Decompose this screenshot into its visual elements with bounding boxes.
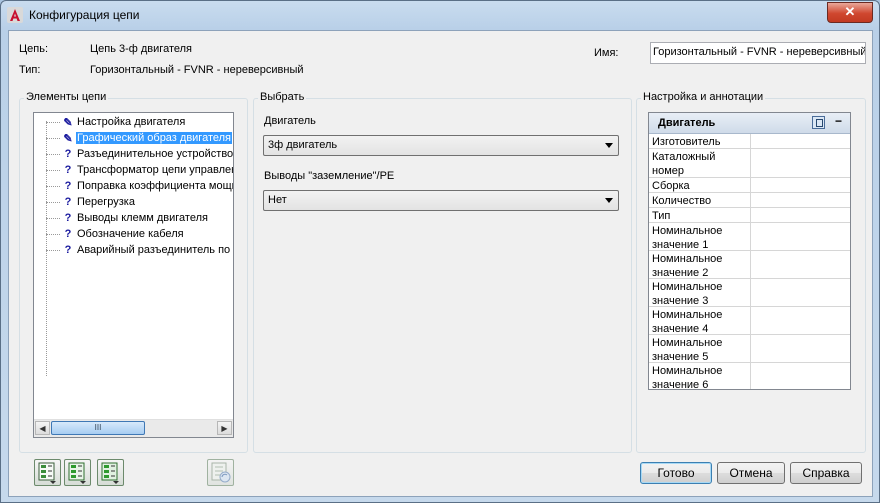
collapse-icon[interactable]: − [835, 114, 842, 128]
scroll-thumb[interactable]: III [51, 421, 145, 435]
name-label: Имя: [594, 47, 619, 59]
tree-item[interactable]: ? Выводы клемм двигателя [34, 211, 233, 227]
grid-row[interactable]: Номинальное значение 1 [649, 223, 850, 251]
cancel-button[interactable]: Отмена [717, 462, 785, 484]
tree-item-label: Аварийный разъединитель по [77, 244, 231, 256]
grid-row[interactable]: Номинальное значение 2 [649, 251, 850, 279]
tree-item[interactable]: ✎ Настройка двигателя [34, 115, 233, 131]
ground-select[interactable]: Нет [263, 190, 619, 211]
elements-group-title: Элементы цепи [24, 91, 109, 103]
tree-item[interactable]: ? Обозначение кабеля [34, 227, 233, 243]
tree-item-label: Выводы клемм двигателя [77, 212, 208, 224]
grid-row-label: Номинальное значение 3 [652, 281, 723, 307]
grid-row-label: Номинальное значение 2 [652, 253, 723, 279]
question-icon: ? [64, 212, 72, 224]
circuit-update-icon[interactable] [97, 459, 124, 486]
annotation-group-title: Настройка и аннотации [641, 91, 766, 103]
circuit-value: Цепь 3-ф двигателя [90, 43, 192, 55]
tree-item[interactable]: ? Перегрузка [34, 195, 233, 211]
autocad-logo-icon [7, 7, 23, 23]
chevron-down-icon [605, 198, 613, 203]
grid-header-label: Двигатель [658, 117, 716, 129]
question-icon: ? [64, 180, 72, 192]
grid-row-label: Тип [652, 210, 671, 222]
scroll-right-icon[interactable]: ▶ [217, 421, 232, 435]
dialog-body: Цепь: Цепь 3-ф двигателя Тип: Горизонтал… [8, 30, 873, 497]
grid-row-label: Каталожный номер [652, 151, 716, 177]
close-button[interactable]: ✕ [827, 2, 873, 23]
ok-button[interactable]: Готово [640, 462, 712, 484]
question-icon: ? [64, 196, 72, 208]
chevron-down-icon [605, 143, 613, 148]
grid-row-label: Количество [652, 195, 712, 207]
tree-item-label: Графический образ двигателя [76, 132, 232, 144]
title-bar[interactable]: Конфигурация цепи ✕ [1, 1, 879, 29]
tree-item-label: Поправка коэффициента мощн [77, 180, 234, 192]
tree-item-label: Разъединительное устройство [77, 148, 234, 160]
tree-item-label: Настройка двигателя [77, 116, 186, 128]
tree-item[interactable]: ? Разъединительное устройство [34, 147, 234, 163]
circuit-label: Цепь: [19, 43, 48, 55]
pencil-icon: ✎ [63, 117, 73, 129]
type-value: Горизонтальный - FVNR - нереверсивный [90, 64, 304, 76]
help-button[interactable]: Справка [790, 462, 862, 484]
grid-row[interactable]: Номинальное значение 6 [649, 363, 850, 391]
tree-item-label: Трансформатор цепи управлен [77, 164, 234, 176]
grid-row[interactable]: Изготовитель [649, 134, 850, 149]
tree-item-label: Обозначение кабеля [77, 228, 184, 240]
window-title: Конфигурация цепи [29, 8, 140, 22]
grid-row[interactable]: Сборка [649, 178, 850, 193]
tree-item-label: Перегрузка [77, 196, 135, 208]
question-icon: ? [64, 228, 72, 240]
grid-row-label: Сборка [652, 180, 690, 192]
grid-row-label: Номинальное значение 4 [652, 309, 723, 335]
tree-item-selected[interactable]: ✎ Графический образ двигателя [34, 131, 233, 147]
name-input[interactable]: Горизонтальный - FVNR - нереверсивный [650, 42, 866, 64]
grid-header: Двигатель − [649, 113, 850, 134]
disabled-refresh-icon [207, 459, 234, 486]
question-icon: ? [64, 164, 72, 176]
ground-select-value: Нет [268, 194, 287, 206]
ground-label: Выводы "заземление"/PE [264, 170, 395, 182]
grid-row-label: Номинальное значение 5 [652, 337, 723, 363]
pencil-icon: ✎ [63, 133, 73, 145]
grid-row[interactable]: Номинальное значение 3 [649, 279, 850, 307]
tree-horizontal-scrollbar[interactable]: ◀ III ▶ [34, 419, 233, 437]
grid-row[interactable]: Количество [649, 193, 850, 208]
tree-item[interactable]: ? Трансформатор цепи управлен [34, 163, 234, 179]
grid-row-label: Изготовитель [652, 136, 721, 148]
grid-row-label: Номинальное значение 6 [652, 365, 723, 391]
grid-row[interactable]: Номинальное значение 4 [649, 307, 850, 335]
scroll-left-icon[interactable]: ◀ [35, 421, 50, 435]
grid-row[interactable]: Тип [649, 208, 850, 223]
type-label: Тип: [19, 64, 41, 76]
properties-grid[interactable]: Двигатель − Изготовитель Каталожный номе… [648, 112, 851, 391]
tree-item[interactable]: ? Поправка коэффициента мощн [34, 179, 234, 195]
motor-select-value: 3ф двигатель [268, 139, 338, 151]
grid-row-label: Номинальное значение 1 [652, 225, 723, 251]
grid-row[interactable]: Каталожный номер [649, 149, 850, 178]
motor-label: Двигатель [264, 115, 316, 127]
circuit-layout-icon[interactable] [34, 459, 61, 486]
question-icon: ? [64, 244, 72, 256]
question-icon: ? [64, 148, 72, 160]
elements-tree[interactable]: ✎ Настройка двигателя ✎ Графический обра… [33, 112, 234, 438]
circuit-insert-icon[interactable] [64, 459, 91, 486]
dialog-window: Конфигурация цепи ✕ Цепь: Цепь 3-ф двига… [0, 0, 880, 503]
grid-row[interactable]: Номинальное значение 5 [649, 335, 850, 363]
edit-properties-icon[interactable] [812, 116, 825, 129]
motor-select[interactable]: 3ф двигатель [263, 135, 619, 156]
tree-item[interactable]: ? Аварийный разъединитель по [34, 243, 233, 259]
select-group-title: Выбрать [258, 91, 307, 103]
